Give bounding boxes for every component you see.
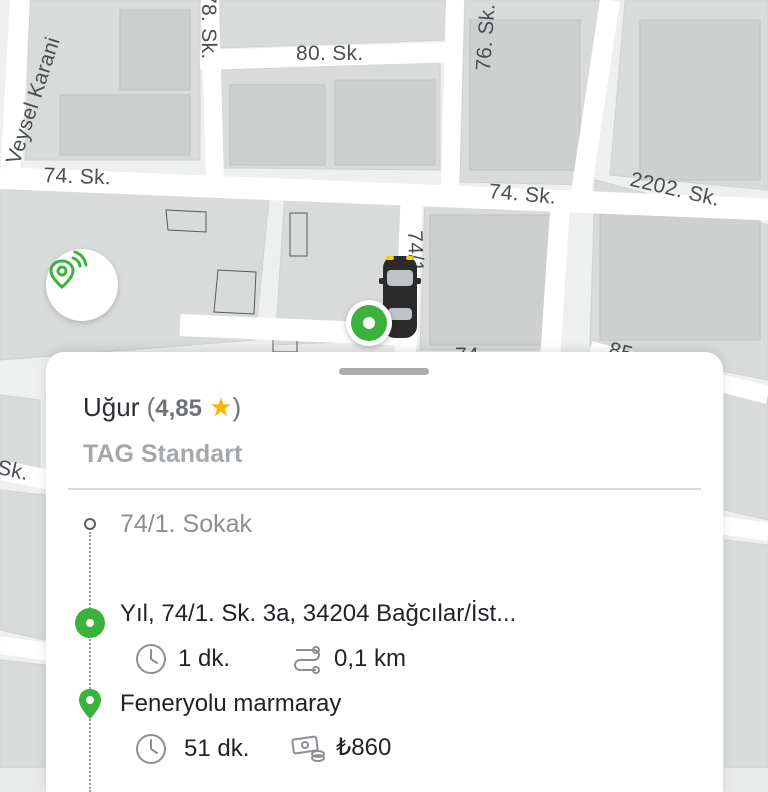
pickup-eta-value: 1 dk.	[178, 645, 231, 672]
route-distance-icon	[290, 642, 324, 676]
driver-name: Uğur	[83, 392, 140, 422]
trip-price-value: ₺860	[336, 733, 392, 761]
star-icon: ★	[209, 392, 233, 422]
pickup-distance: 0,1 km	[290, 642, 406, 676]
service-type: TAG Standart	[83, 440, 243, 468]
driver-info: Uğur (4,85 ★)	[83, 392, 241, 423]
route-line	[89, 532, 91, 792]
location-button[interactable]	[46, 249, 118, 321]
trip-price: ₺860	[290, 732, 391, 762]
money-icon	[290, 732, 326, 762]
current-location-icon	[84, 518, 96, 530]
trip-bottom-sheet[interactable]: Uğur (4,85 ★) TAG Standart 74/1. Sokak Y…	[46, 352, 723, 792]
pickup-distance-value: 0,1 km	[334, 645, 407, 672]
street-label: 76. Sk.	[472, 2, 500, 72]
pickup-marker-icon	[75, 608, 105, 638]
divider	[68, 488, 701, 490]
pickup-address[interactable]: Yıl, 74/1. Sk. 3a, 34204 Bağcılar/İst...	[120, 600, 516, 628]
pickup-location-pin	[346, 300, 392, 346]
sheet-drag-handle[interactable]	[339, 368, 429, 375]
street-label: 78. Sk.	[197, 0, 220, 60]
driver-rating: 4,85	[155, 395, 202, 422]
trip-duration-value: 51 dk.	[184, 735, 250, 762]
destination-pin-icon	[78, 688, 102, 725]
current-location-text: 74/1. Sokak	[120, 510, 253, 538]
clock-icon	[134, 642, 168, 676]
pickup-eta: 1 dk.	[134, 642, 230, 676]
street-label: 80. Sk.	[296, 42, 364, 65]
street-label: 74. Sk.	[43, 164, 112, 190]
rating-open-paren: (	[146, 392, 156, 422]
rating-close-paren: )	[232, 392, 242, 422]
clock-icon	[134, 732, 168, 766]
trip-duration: 51 dk.	[134, 732, 249, 766]
destination-address[interactable]: Feneryolu marmaray	[120, 690, 341, 718]
